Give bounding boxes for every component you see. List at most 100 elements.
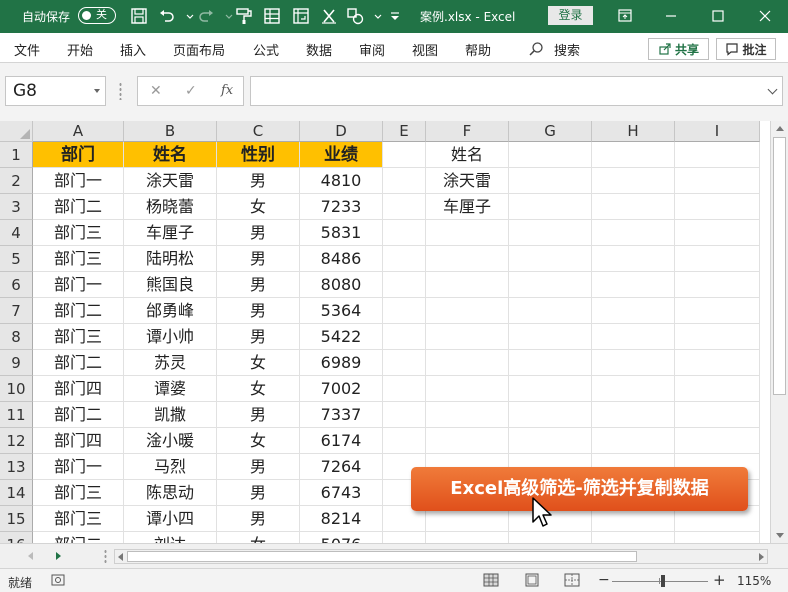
cell-b3[interactable]: 杨晓蕾 — [124, 194, 217, 220]
menu-insert[interactable]: 插入 — [120, 40, 146, 59]
menu-help[interactable]: 帮助 — [465, 40, 491, 59]
cell-h5[interactable] — [592, 246, 675, 272]
cell-b14[interactable]: 陈思动 — [124, 480, 217, 506]
page-layout-view-icon[interactable] — [524, 573, 540, 587]
column-header-d[interactable]: D — [300, 121, 383, 142]
cell-i4[interactable] — [675, 220, 760, 246]
undo-dropdown-icon[interactable] — [180, 6, 194, 26]
column-header-h[interactable]: H — [592, 121, 675, 142]
cell-g1[interactable] — [509, 142, 592, 168]
login-button[interactable]: 登录 — [548, 6, 593, 25]
cell-c8[interactable]: 男 — [217, 324, 300, 350]
cell-i1[interactable] — [675, 142, 760, 168]
cell-g12[interactable] — [509, 428, 592, 454]
menu-file[interactable]: 文件 — [14, 40, 40, 59]
name-box[interactable]: G8 — [5, 76, 106, 106]
row-header-16[interactable]: 16 — [0, 532, 33, 543]
cell-g2[interactable] — [509, 168, 592, 194]
cell-c11[interactable]: 男 — [217, 402, 300, 428]
cell-h9[interactable] — [592, 350, 675, 376]
cell-c4[interactable]: 男 — [217, 220, 300, 246]
cell-i11[interactable] — [675, 402, 760, 428]
cell-e5[interactable] — [383, 246, 426, 272]
sheet-next-icon[interactable] — [56, 552, 61, 560]
cell-i6[interactable] — [675, 272, 760, 298]
zoom-slider-handle[interactable] — [661, 575, 665, 587]
cell-c3[interactable]: 女 — [217, 194, 300, 220]
zoom-out-button[interactable]: − — [598, 572, 610, 588]
cell-a12[interactable]: 部门四 — [33, 428, 124, 454]
cell-b8[interactable]: 谭小帅 — [124, 324, 217, 350]
cell-e16[interactable] — [383, 532, 426, 543]
cell-i7[interactable] — [675, 298, 760, 324]
vertical-scrollbar[interactable] — [770, 121, 788, 543]
cell-b5[interactable]: 陆明松 — [124, 246, 217, 272]
cell-i9[interactable] — [675, 350, 760, 376]
cell-b4[interactable]: 车厘子 — [124, 220, 217, 246]
format-painter-icon[interactable] — [234, 6, 254, 26]
cell-e8[interactable] — [383, 324, 426, 350]
cancel-icon[interactable]: ✕ — [150, 83, 162, 99]
comments-button[interactable]: 批注 — [716, 38, 776, 60]
shapes-icon[interactable] — [345, 6, 365, 26]
cell-a13[interactable]: 部门一 — [33, 454, 124, 480]
cell-f5[interactable] — [426, 246, 509, 272]
zoom-level[interactable]: 115% — [737, 574, 771, 588]
cell-d14[interactable]: 6743 — [300, 480, 383, 506]
cell-d1[interactable]: 业绩 — [300, 142, 383, 168]
normal-view-icon[interactable] — [483, 573, 499, 587]
shapes-dropdown-icon[interactable] — [368, 6, 382, 26]
scroll-right-icon[interactable] — [759, 553, 764, 561]
save-icon[interactable] — [129, 6, 149, 26]
cell-b16[interactable]: 刘达 — [124, 532, 217, 543]
row-header-14[interactable]: 14 — [0, 480, 33, 506]
cell-g4[interactable] — [509, 220, 592, 246]
row-header-9[interactable]: 9 — [0, 350, 33, 376]
cell-a1[interactable]: 部门 — [33, 142, 124, 168]
cell-mode-icon[interactable] — [50, 573, 66, 587]
expand-formula-icon[interactable] — [767, 84, 778, 95]
cell-g8[interactable] — [509, 324, 592, 350]
row-header-5[interactable]: 5 — [0, 246, 33, 272]
cell-d6[interactable]: 8080 — [300, 272, 383, 298]
cell-h8[interactable] — [592, 324, 675, 350]
cell-f9[interactable] — [426, 350, 509, 376]
cell-b1[interactable]: 姓名 — [124, 142, 217, 168]
cell-f6[interactable] — [426, 272, 509, 298]
column-header-f[interactable]: F — [426, 121, 509, 142]
row-header-7[interactable]: 7 — [0, 298, 33, 324]
cell-d2[interactable]: 4810 — [300, 168, 383, 194]
minimize-icon[interactable] — [660, 5, 682, 27]
cell-i3[interactable] — [675, 194, 760, 220]
cell-d11[interactable]: 7337 — [300, 402, 383, 428]
menu-view[interactable]: 视图 — [412, 40, 438, 59]
column-header-g[interactable]: G — [509, 121, 592, 142]
table-icon[interactable] — [262, 6, 282, 26]
cell-f16[interactable] — [426, 532, 509, 543]
cell-a3[interactable]: 部门二 — [33, 194, 124, 220]
cell-g7[interactable] — [509, 298, 592, 324]
undo-icon[interactable] — [157, 6, 177, 26]
cell-h3[interactable] — [592, 194, 675, 220]
cell-h1[interactable] — [592, 142, 675, 168]
cell-f2[interactable]: 涂天雷 — [426, 168, 509, 194]
redo-dropdown-icon[interactable] — [219, 6, 233, 26]
menu-review[interactable]: 审阅 — [359, 40, 385, 59]
row-header-12[interactable]: 12 — [0, 428, 33, 454]
maximize-icon[interactable] — [707, 5, 729, 27]
cell-a14[interactable]: 部门三 — [33, 480, 124, 506]
redo-icon[interactable] — [196, 6, 216, 26]
cell-c10[interactable]: 女 — [217, 376, 300, 402]
cell-g3[interactable] — [509, 194, 592, 220]
cell-h10[interactable] — [592, 376, 675, 402]
cell-i12[interactable] — [675, 428, 760, 454]
splitter-handle[interactable] — [119, 82, 122, 100]
cell-c6[interactable]: 男 — [217, 272, 300, 298]
cell-f10[interactable] — [426, 376, 509, 402]
row-header-2[interactable]: 2 — [0, 168, 33, 194]
cell-e3[interactable] — [383, 194, 426, 220]
cell-g6[interactable] — [509, 272, 592, 298]
scroll-left-icon[interactable] — [118, 553, 123, 561]
scroll-down-icon[interactable] — [776, 533, 784, 538]
cell-f1[interactable]: 姓名 — [426, 142, 509, 168]
